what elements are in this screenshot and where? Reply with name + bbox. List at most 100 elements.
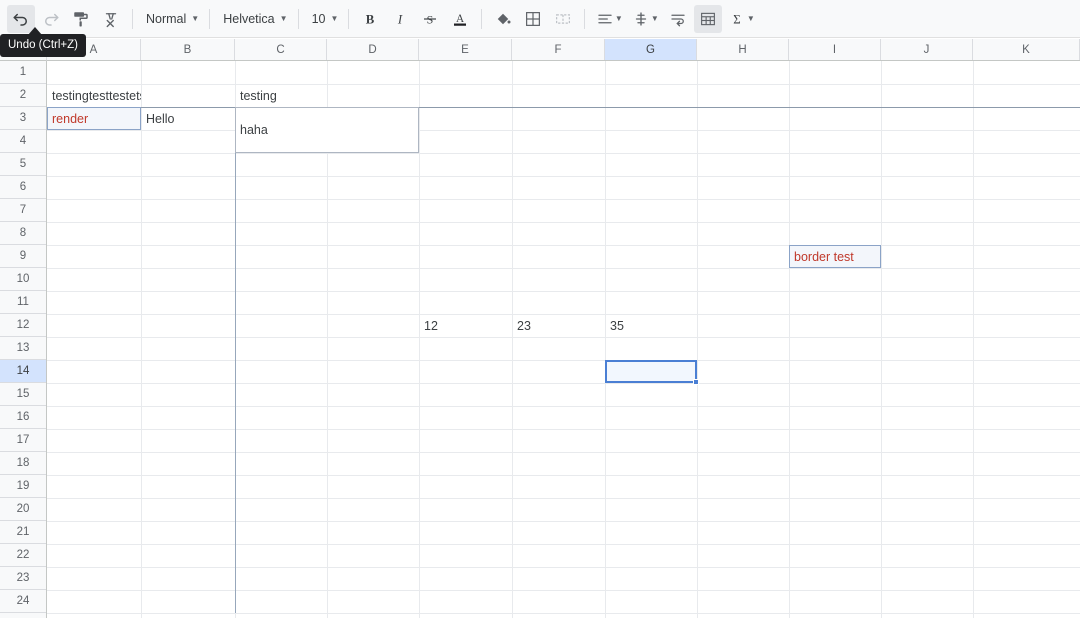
row-header-13[interactable]: 13 [0,337,46,360]
gridline-vertical [512,61,513,618]
column-header-k[interactable]: K [973,39,1080,60]
row-header-label: 14 [16,365,30,377]
column-header-c[interactable]: C [235,39,327,60]
functions-button[interactable]: Σ ▼ [724,5,758,33]
fill-handle[interactable] [693,379,699,385]
toolbar: Normal ▼ Helvetica ▼ 10 ▼ B I S A [0,0,1080,38]
column-header-label: K [1022,43,1030,56]
applied-border-row2 [47,107,1080,108]
gridline-horizontal [47,567,1080,568]
cell-f12[interactable]: 23 [513,314,605,337]
gridline-horizontal [47,429,1080,430]
column-header-i[interactable]: I [789,39,881,60]
column-header-d[interactable]: D [327,39,419,60]
active-cell-selection[interactable] [605,360,697,383]
horizontal-align-icon [598,14,612,23]
clear-formatting-button[interactable] [97,5,125,33]
gridline-vertical [973,61,974,618]
column-header-label: G [646,43,655,56]
row-header-label: 21 [16,526,30,538]
row-header-6[interactable]: 6 [0,176,46,199]
row-header-18[interactable]: 18 [0,452,46,475]
row-header-14[interactable]: 14 [0,360,46,383]
functions-icon: Σ [733,12,740,26]
row-header-label: 12 [16,319,30,331]
bold-icon: B [366,12,375,26]
toolbar-divider-2 [209,8,211,29]
row-header-9[interactable]: 9 [0,245,46,268]
font-size-dropdown[interactable]: 10 ▼ [305,6,343,32]
font-family-dropdown[interactable]: Helvetica ▼ [216,6,291,32]
italic-button[interactable]: I [386,5,414,33]
row-header-22[interactable]: 22 [0,544,46,567]
row-header-8[interactable]: 8 [0,222,46,245]
row-header-2[interactable]: 2 [0,84,46,107]
row-header-20[interactable]: 20 [0,498,46,521]
row-header-label: 6 [19,181,27,193]
row-header-24[interactable]: 24 [0,590,46,613]
grid-canvas[interactable]: testingtesttestets testing Hello 12 23 35 haha… [47,61,1080,618]
row-header-11[interactable]: 11 [0,291,46,314]
cell-i9[interactable]: border test [789,245,881,268]
cell-c2[interactable]: testing [236,84,327,107]
gridline-horizontal [47,590,1080,591]
cell-a3[interactable]: render [47,107,141,130]
insert-table-button[interactable] [694,4,723,33]
spreadsheet-grid: ABCDEFGHIJK 1 2 3 4 5 6 7 8 9 10 11 12 13 14 15 16 17 18 1… [0,39,1080,618]
column-header-e[interactable]: E [419,39,512,60]
cell-e12[interactable]: 12 [420,314,512,337]
cell-b3[interactable]: Hello [142,107,235,130]
cell-g12[interactable]: 35 [606,314,697,337]
gridline-horizontal [47,521,1080,522]
gridline-horizontal [47,153,1080,154]
row-header-4[interactable]: 4 [0,130,46,153]
text-style-dropdown[interactable]: Normal ▼ [139,6,203,32]
horizontal-align-button[interactable]: ▼ [592,5,626,33]
chevron-down-icon: ▼ [330,13,339,23]
column-header-g[interactable]: G [605,39,697,60]
paint-format-icon [74,11,88,26]
column-header-j[interactable]: J [881,39,973,60]
fill-color-button[interactable] [489,5,517,33]
row-header-17[interactable]: 17 [0,429,46,452]
row-header-21[interactable]: 21 [0,521,46,544]
gridline-vertical [697,61,698,618]
column-header-b[interactable]: B [141,39,235,60]
row-header-label: 5 [19,158,27,170]
gridline-horizontal [47,383,1080,384]
bold-button[interactable]: B [356,5,384,33]
row-header-label: 1 [19,66,27,78]
column-header-label: H [738,43,747,56]
strikethrough-button[interactable]: S [416,5,444,33]
row-header-16[interactable]: 16 [0,406,46,429]
gridline-horizontal [47,176,1080,177]
cell-a2[interactable]: testingtesttestets [48,84,141,107]
column-headers: A B C D E F G H I J K [0,39,1080,61]
merge-cells-button[interactable] [549,5,577,33]
gridline-horizontal [47,291,1080,292]
row-header-7[interactable]: 7 [0,199,46,222]
row-header-5[interactable]: 5 [0,153,46,176]
gridline-horizontal [47,84,1080,85]
merged-cell-c3[interactable]: haha [235,107,419,153]
row-header-label: 17 [16,434,30,446]
borders-button[interactable] [519,5,547,33]
vertical-align-icon [635,11,647,26]
vertical-align-button[interactable]: ▼ [628,5,662,33]
row-header-1[interactable]: 1 [0,61,46,84]
svg-text:A: A [456,13,465,25]
row-header-15[interactable]: 15 [0,383,46,406]
row-header-3[interactable]: 3 [0,107,46,130]
text-wrapping-button[interactable] [664,5,692,33]
row-header-23[interactable]: 23 [0,567,46,590]
column-header-h[interactable]: H [697,39,789,60]
row-header-12[interactable]: 12 [0,314,46,337]
fill-color-icon [498,13,511,24]
row-header-19[interactable]: 19 [0,475,46,498]
column-header-label: C [276,43,285,56]
row-header-10[interactable]: 10 [0,268,46,291]
column-header-label: J [923,43,930,56]
text-color-button[interactable]: A [446,5,474,33]
paint-format-button[interactable] [67,5,95,33]
column-header-f[interactable]: F [512,39,605,60]
